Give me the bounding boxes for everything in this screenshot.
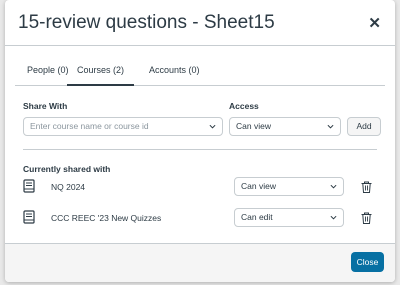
row-access-value: Can edit [241, 212, 273, 222]
access-select-value: Can view [236, 121, 271, 131]
course-book-icon [23, 210, 35, 224]
dialog-header: 15-review questions - Sheet15 ✕ [5, 0, 395, 46]
close-icon[interactable]: ✕ [368, 14, 381, 32]
section-divider [23, 149, 377, 150]
tab-people[interactable]: People (0) [27, 65, 69, 84]
course-search-input[interactable]: Enter course name or course id [23, 117, 223, 136]
access-label: Access [229, 101, 259, 111]
close-button[interactable]: Close [351, 252, 384, 272]
row-access-select[interactable]: Can view [234, 177, 344, 196]
chevron-down-icon [330, 214, 337, 220]
dialog-footer: Close [5, 243, 395, 282]
trash-icon[interactable] [361, 211, 372, 224]
tab-bar: People (0) Courses (2) Accounts (0) [15, 58, 385, 86]
shared-course-name: CCC REEC '23 New Quizzes [51, 213, 162, 223]
course-search-placeholder: Enter course name or course id [30, 121, 149, 131]
access-select[interactable]: Can view [229, 117, 341, 136]
course-book-icon [23, 179, 35, 193]
row-access-select[interactable]: Can edit [234, 208, 344, 227]
shared-heading: Currently shared with [23, 164, 111, 174]
row-access-value: Can view [241, 181, 276, 191]
share-dialog: 15-review questions - Sheet15 ✕ People (… [5, 0, 395, 282]
tab-accounts[interactable]: Accounts (0) [149, 65, 200, 84]
chevron-down-icon [330, 183, 337, 189]
add-button[interactable]: Add [347, 117, 381, 136]
tab-courses[interactable]: Courses (2) [67, 65, 135, 86]
chevron-down-icon [327, 123, 334, 129]
chevron-down-icon [209, 123, 216, 129]
shared-course-name: NQ 2024 [51, 182, 86, 192]
dialog-title: 15-review questions - Sheet15 [18, 12, 275, 33]
share-with-label: Share With [23, 101, 68, 111]
trash-icon[interactable] [361, 180, 372, 193]
